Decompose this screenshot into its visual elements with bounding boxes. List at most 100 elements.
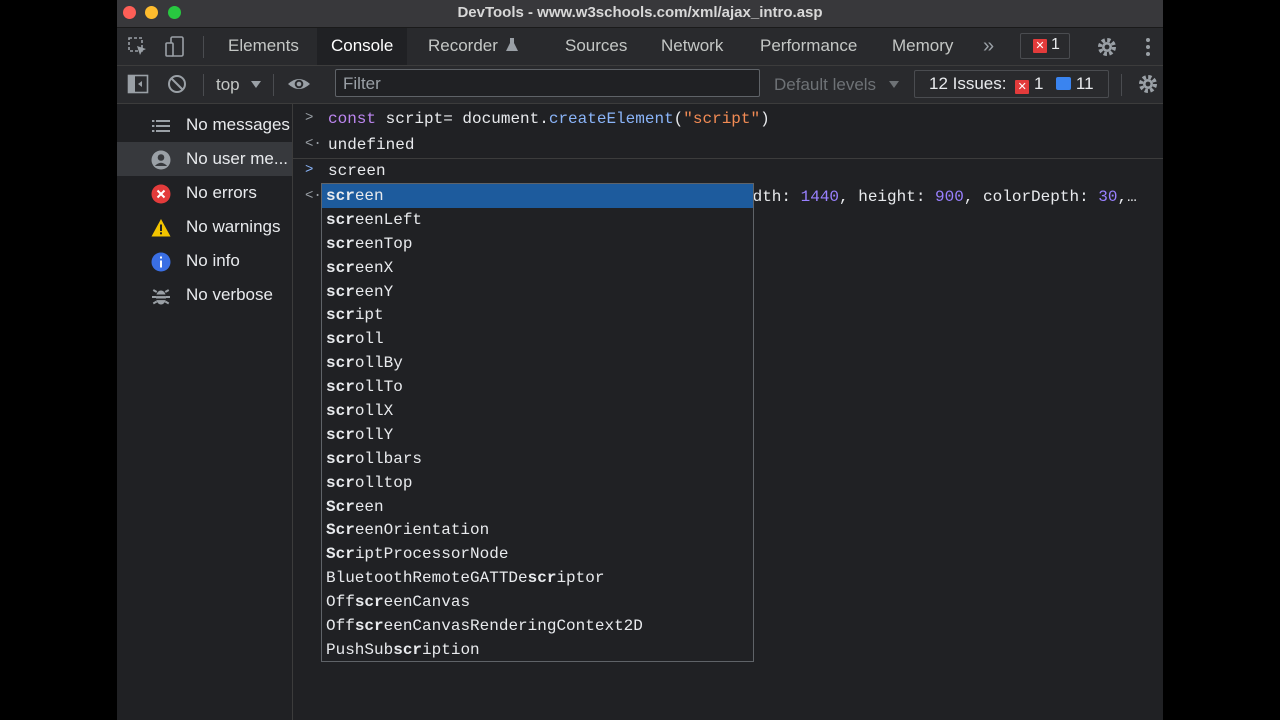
console-result: undefined bbox=[328, 136, 415, 154]
list-icon bbox=[151, 116, 171, 136]
autocomplete-item[interactable]: scroll bbox=[322, 327, 753, 351]
preview-text: , colorDepth: bbox=[963, 188, 1099, 206]
autocomplete-item[interactable]: Screen bbox=[322, 495, 753, 519]
autocomplete-item[interactable]: scrollY bbox=[322, 423, 753, 447]
autocomplete-item[interactable]: scrollX bbox=[322, 399, 753, 423]
sidebar-item-messages[interactable]: No messages bbox=[117, 108, 292, 142]
sidebar-item-label: No user me... bbox=[186, 149, 289, 168]
sidebar-item-label: No messages bbox=[186, 115, 290, 134]
suggestion-match: scr bbox=[354, 593, 384, 612]
suggestion-rest: iptor bbox=[556, 569, 605, 588]
autocomplete-item[interactable]: OffscreenCanvasRenderingContext2D bbox=[322, 614, 753, 638]
autocomplete-item[interactable]: screen bbox=[322, 184, 753, 208]
tab-elements[interactable]: Elements bbox=[214, 28, 313, 65]
suggestion-match: Scr bbox=[326, 497, 355, 516]
divider bbox=[203, 36, 204, 58]
divider bbox=[273, 74, 274, 96]
sidebar-item-verbose[interactable]: No verbose bbox=[117, 278, 292, 312]
sidebar-item-warnings[interactable]: No warnings bbox=[117, 210, 292, 244]
suggestion-match: scr bbox=[326, 473, 355, 492]
device-toolbar-icon[interactable] bbox=[164, 36, 186, 58]
issues-button[interactable]: 12 Issues: ✕ 1 11 bbox=[914, 70, 1109, 98]
suggestion-match: scr bbox=[326, 425, 355, 444]
suggestion-rest: ollBy bbox=[354, 354, 403, 373]
autocomplete-item[interactable]: script bbox=[322, 303, 753, 327]
tab-sources[interactable]: Sources bbox=[551, 28, 641, 65]
input-chevron-icon: > bbox=[305, 110, 314, 126]
suggestion-rest: eenLeft bbox=[354, 210, 423, 229]
autocomplete-item[interactable]: OffscreenCanvas bbox=[322, 590, 753, 614]
suggestion-match: scr bbox=[326, 378, 355, 397]
autocomplete-item[interactable]: ScriptProcessorNode bbox=[322, 542, 753, 566]
autocomplete-item[interactable]: scrollbars bbox=[322, 447, 753, 471]
autocomplete-item[interactable]: BluetoothRemoteGATTDescriptor bbox=[322, 566, 753, 590]
autocomplete-item[interactable]: scrollTo bbox=[322, 375, 753, 399]
suggestion-rest: een bbox=[354, 187, 384, 205]
suggestion-prefix: Off bbox=[326, 617, 355, 636]
code-string: "script" bbox=[683, 110, 761, 128]
console-settings-gear-icon[interactable] bbox=[1137, 73, 1159, 95]
dropdown-arrow-icon bbox=[251, 81, 262, 88]
suggestion-rest: eenCanvasRenderingContext2D bbox=[383, 617, 643, 636]
code-paren: ) bbox=[760, 110, 770, 128]
sidebar-toggle-icon[interactable] bbox=[127, 73, 149, 95]
preview-text: ,… bbox=[1117, 188, 1137, 206]
suggestion-match: scr bbox=[326, 187, 355, 205]
autocomplete-item[interactable]: screenTop bbox=[322, 232, 753, 256]
suggestion-match: scr bbox=[527, 569, 557, 588]
preview-number: 1440 bbox=[800, 188, 840, 206]
error-count: 1 bbox=[1051, 36, 1060, 53]
clear-console-icon[interactable] bbox=[166, 73, 188, 95]
autocomplete-item[interactable]: screenLeft bbox=[322, 208, 753, 232]
result-arrow-icon: <· bbox=[305, 188, 322, 204]
panel-tab-bar: Elements Console Recorder Sources Networ… bbox=[117, 28, 1163, 66]
eye-icon[interactable] bbox=[287, 73, 310, 95]
flask-icon bbox=[505, 29, 518, 51]
autocomplete-item[interactable]: screenX bbox=[322, 256, 753, 280]
kebab-menu-icon[interactable] bbox=[1137, 36, 1159, 58]
sidebar-item-user-messages[interactable]: No user me... bbox=[117, 142, 292, 176]
code-keyword: const bbox=[328, 110, 377, 128]
sidebar-item-errors[interactable]: No errors bbox=[117, 176, 292, 210]
suggestion-rest: ollbars bbox=[354, 449, 423, 468]
preview-number: 30 bbox=[1098, 188, 1118, 206]
tab-memory[interactable]: Memory bbox=[878, 28, 967, 65]
console-toolbar: top Filter Default levels 12 Issues: ✕ 1… bbox=[117, 66, 1163, 104]
autocomplete-item[interactable]: ScreenOrientation bbox=[322, 518, 753, 542]
autocomplete-item[interactable]: scrolltop bbox=[322, 471, 753, 495]
suggestion-rest: eenCanvas bbox=[383, 593, 471, 612]
suggestion-match: scr bbox=[326, 258, 355, 277]
code-text: script= document. bbox=[376, 110, 549, 128]
log-levels-dropdown[interactable]: Default levels bbox=[774, 66, 899, 103]
suggestion-prefix: Off bbox=[326, 593, 355, 612]
preview-number: 900 bbox=[935, 188, 964, 206]
console-prompt-input[interactable]: screen bbox=[328, 162, 386, 180]
autocomplete-item[interactable]: scrollBy bbox=[322, 351, 753, 375]
autocomplete-item[interactable]: screenY bbox=[322, 280, 753, 304]
suggestion-match: scr bbox=[326, 330, 355, 349]
error-counter-button[interactable]: ✕ 1 bbox=[1020, 33, 1070, 59]
console-preview: idth: 1440, height: 900, colorDepth: 30,… bbox=[743, 188, 1137, 206]
tab-network[interactable]: Network bbox=[647, 28, 737, 65]
code-function: createElement bbox=[548, 110, 674, 128]
sidebar-item-info[interactable]: No info bbox=[117, 244, 292, 278]
tab-performance[interactable]: Performance bbox=[746, 28, 871, 65]
suggestion-match: scr bbox=[326, 306, 355, 325]
context-selector[interactable]: top bbox=[216, 66, 262, 103]
issues-error-count: 1 bbox=[1033, 74, 1044, 93]
result-arrow-icon: <· bbox=[305, 136, 322, 152]
inspect-element-icon[interactable] bbox=[127, 36, 149, 58]
more-tabs-icon[interactable]: » bbox=[969, 28, 1008, 65]
sidebar-item-label: No errors bbox=[186, 183, 257, 202]
suggestion-rest: eenTop bbox=[354, 234, 413, 253]
context-selector-value: top bbox=[216, 75, 240, 94]
settings-gear-icon[interactable] bbox=[1096, 36, 1118, 58]
log-levels-label: Default levels bbox=[774, 75, 877, 94]
tab-recorder[interactable]: Recorder bbox=[414, 28, 532, 65]
filter-input[interactable]: Filter bbox=[335, 69, 760, 97]
message-icon bbox=[1056, 77, 1072, 90]
autocomplete-item[interactable]: PushSubscription bbox=[322, 638, 753, 662]
tab-console[interactable]: Console bbox=[317, 28, 408, 65]
suggestion-prefix: PushSub bbox=[326, 640, 394, 659]
suggestion-rest: iptProcessorNode bbox=[354, 545, 509, 564]
